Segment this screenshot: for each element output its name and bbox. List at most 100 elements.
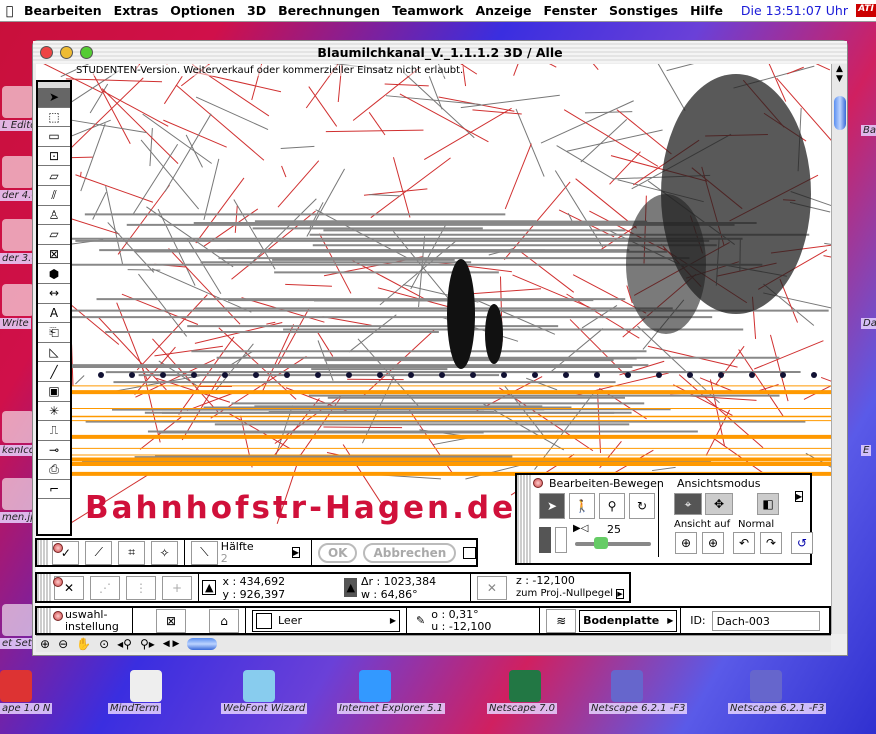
desktop-app-label[interactable]: Internet Explorer 5.1 [337, 703, 445, 714]
desktop-icon[interactable] [2, 478, 34, 510]
title-bar[interactable]: Blaumilchkanal_V._1.1.1.2 3D / Alle [33, 41, 847, 63]
desktop-app-icon[interactable] [509, 670, 541, 702]
desktop-icon[interactable] [2, 86, 34, 118]
tool-lamp-icon[interactable]: ⎍ [38, 421, 70, 441]
desktop-app-label[interactable]: MindTerm [108, 703, 161, 714]
desktop-app-icon[interactable] [359, 670, 391, 702]
view-target-icon[interactable]: ⊕ [675, 532, 697, 554]
relative-coordinate-icon[interactable]: ▲ [344, 578, 357, 597]
zoom-in-icon[interactable]: ⊕ [40, 637, 50, 651]
node-edit-icon[interactable]: ⌗ [118, 540, 146, 565]
desktop-app-label[interactable]: Netscape 6.2.1 -F3 [728, 703, 827, 714]
menu-optionen[interactable]: Optionen [164, 3, 241, 18]
desktop-icon[interactable] [2, 411, 34, 443]
scroll-up-icon[interactable]: ▲ [832, 64, 847, 74]
roof-settings-icon[interactable]: ⊠ [156, 608, 186, 633]
tool-roof-icon[interactable]: ⊠ [38, 245, 70, 265]
pitch-icon[interactable]: ✎ [410, 614, 431, 627]
menu-hilfe[interactable]: Hilfe [684, 3, 729, 18]
collapse-palette-icon[interactable] [463, 546, 477, 559]
desktop-icon-label[interactable]: Bac [861, 125, 876, 136]
reference-dropdown-icon[interactable]: ▶ [616, 589, 624, 599]
camera-right-icon[interactable]: ↷ [760, 532, 782, 554]
id-field[interactable]: Dach-003 [711, 610, 820, 631]
tool-beam-icon[interactable]: ▱ [38, 166, 70, 186]
camera-pan-icon[interactable]: ⚲ [599, 493, 625, 519]
desktop-icon-label[interactable]: Write [0, 318, 31, 329]
palette-grip[interactable] [37, 540, 50, 565]
tool-line-icon[interactable]: ╱ [38, 362, 70, 382]
split-mode[interactable]: Hälfte 2 [221, 540, 292, 565]
cursor-icon[interactable]: + [162, 575, 192, 600]
tool-fill-icon[interactable]: ◺ [38, 343, 70, 363]
menu-clock[interactable]: Die 13:51:07 Uhr [741, 3, 848, 18]
tool-column-icon[interactable]: ⊡ [38, 147, 70, 167]
scroll-down-icon[interactable]: ▼ [832, 74, 847, 84]
desktop-app-label[interactable]: ape 1.0 N [0, 703, 53, 714]
grid-snap-icon[interactable]: ⋰ [90, 575, 120, 600]
menu-berechnungen[interactable]: Berechnungen [272, 3, 386, 18]
tool-arrow-icon[interactable]: ➤ [38, 88, 70, 108]
palette-close-icon[interactable] [53, 611, 63, 621]
desktop-app-label[interactable]: Netscape 6.2.1 -F3 [589, 703, 688, 714]
menu-anzeige[interactable]: Anzeige [469, 3, 537, 18]
tool-stair-icon[interactable]: ⌐ [38, 480, 70, 500]
tool-zone-icon[interactable]: ▱ [38, 225, 70, 245]
tool-label-icon[interactable]: ⎗ [38, 323, 70, 343]
split-mode-dropdown-icon[interactable]: ▶ [291, 547, 301, 558]
reference-level[interactable]: zum Proj.-Nullpegel ▶ [516, 587, 624, 601]
menu-bearbeiten[interactable]: Bearbeiten [18, 3, 108, 18]
scroll-left-icon[interactable]: ◀ ▶ [163, 639, 180, 649]
desktop-app-icon[interactable] [611, 670, 643, 702]
view-side-icon[interactable]: ⊕ [702, 532, 724, 554]
desktop-icon[interactable] [2, 156, 34, 188]
polyline-icon[interactable]: ⟋ [85, 540, 113, 565]
vertical-step-icon[interactable] [555, 527, 567, 553]
camera-left-icon[interactable]: ↶ [733, 532, 755, 554]
palette-grip[interactable] [517, 475, 531, 563]
pan-hand-icon[interactable]: ✋ [76, 637, 91, 651]
layer-icon[interactable]: ≋ [546, 608, 577, 633]
scroll-thumb[interactable] [834, 96, 846, 130]
desktop-icon-label[interactable]: Da [861, 318, 876, 329]
ok-button[interactable]: OK [317, 542, 358, 563]
undo-view-icon[interactable]: ↺ [791, 532, 813, 554]
construction-grid-icon[interactable]: ⋮ [126, 575, 156, 600]
tool-object-icon[interactable]: ♙ [38, 206, 70, 226]
menu-3d[interactable]: 3D [241, 3, 272, 18]
zoom-out-icon[interactable]: ⊖ [58, 637, 68, 651]
vertical-move-icon[interactable] [539, 527, 551, 553]
apple-menu-icon[interactable]:  [0, 3, 18, 18]
desktop-app-icon[interactable] [0, 670, 32, 702]
desktop-icon[interactable] [2, 219, 34, 251]
tool-wall-icon[interactable]: ▭ [38, 127, 70, 147]
desktop-icon[interactable] [2, 284, 34, 316]
absolute-coordinate-icon[interactable]: ▲ [202, 580, 217, 595]
tool-figure-icon[interactable]: ▣ [38, 382, 70, 402]
tool-dimension-icon[interactable]: ↔ [38, 284, 70, 304]
layer-dropdown[interactable]: Bodenplatte ▶ [579, 609, 678, 632]
edit-mode-icon[interactable]: ➤ [539, 493, 565, 519]
desktop-app-label[interactable]: WebFont Wizard [221, 703, 308, 714]
split-icon[interactable]: ⟍ [190, 540, 218, 565]
menu-fenster[interactable]: Fenster [538, 3, 603, 18]
selection-settings-label[interactable]: uswahl- instellung [51, 608, 129, 633]
desktop-app-label[interactable]: Netscape 7.0 [487, 703, 557, 714]
fill-dropdown[interactable]: Leer ▶ [252, 609, 400, 632]
palette-close-icon[interactable] [53, 543, 63, 553]
tool-slab-icon[interactable]: ⫽ [38, 186, 70, 206]
menu-extras[interactable]: Extras [108, 3, 165, 18]
palette-close-icon[interactable] [53, 577, 63, 587]
palette-grip[interactable] [37, 608, 51, 633]
menu-teamwork[interactable]: Teamwork [386, 3, 469, 18]
origin-icon[interactable]: ✕ [476, 575, 507, 600]
cancel-button[interactable]: Abbrechen [363, 542, 457, 563]
axonometry-mode-icon[interactable]: ✥ [705, 493, 733, 515]
tool-mesh-icon[interactable]: ⬢ [38, 264, 70, 284]
tool-text-icon[interactable]: A [38, 304, 70, 324]
ati-icon[interactable]: ATI [856, 4, 876, 17]
menu-sonstiges[interactable]: Sonstiges [603, 3, 684, 18]
vertical-scrollbar[interactable]: ▲ ▼ [831, 64, 847, 634]
previous-zoom-icon[interactable]: ◂⚲ [117, 637, 132, 651]
next-zoom-icon[interactable]: ⚲▸ [140, 637, 155, 651]
